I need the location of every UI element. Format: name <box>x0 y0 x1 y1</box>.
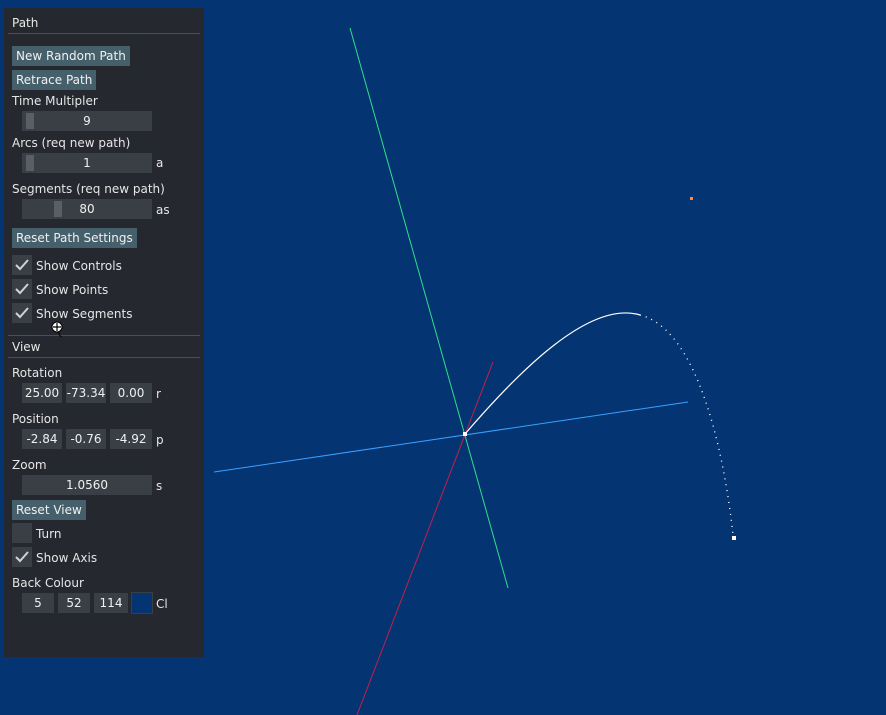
zoom-field[interactable]: 1.0560 <box>22 475 152 495</box>
segments-value: 80 <box>79 202 95 216</box>
rotation-y-field[interactable]: -73.34 <box>66 383 106 403</box>
checkmark-icon <box>15 307 29 319</box>
divider <box>8 33 200 34</box>
position-y-field[interactable]: -0.76 <box>66 429 106 449</box>
path-segments-dotted <box>639 314 734 536</box>
back-colour-label: Back Colour <box>12 576 84 590</box>
checkmark-icon <box>15 551 29 563</box>
back-colour-b-field[interactable]: 114 <box>94 593 128 613</box>
show-controls-label[interactable]: Show Controls <box>36 259 122 273</box>
slider-grab[interactable] <box>26 113 34 129</box>
position-label: Position <box>12 412 59 426</box>
retrace-path-button[interactable]: Retrace Path <box>12 70 97 90</box>
show-points-label[interactable]: Show Points <box>36 283 108 297</box>
rotation-label: Rotation <box>12 366 63 380</box>
show-controls-checkbox[interactable] <box>12 255 32 275</box>
divider <box>8 357 200 358</box>
zoom-suffix: s <box>156 479 163 493</box>
reset-path-settings-button[interactable]: Reset Path Settings <box>12 228 137 248</box>
show-points-checkbox[interactable] <box>12 279 32 299</box>
z-axis-line <box>356 361 494 715</box>
back-colour-r-field[interactable]: 5 <box>22 593 54 613</box>
rotation-x-field[interactable]: 25.00 <box>22 383 62 403</box>
move-cursor-icon <box>51 321 63 338</box>
path-start-point[interactable] <box>463 432 467 436</box>
control-panel: Path New Random Path Retrace Path Time M… <box>4 8 204 657</box>
slider-grab[interactable] <box>26 155 34 171</box>
path-curve <box>464 312 641 435</box>
zoom-label: Zoom <box>12 458 47 472</box>
back-colour-suffix: Cl <box>156 597 168 611</box>
segments-label: Segments (req new path) <box>12 182 165 196</box>
rotation-z-field[interactable]: 0.00 <box>110 383 152 403</box>
back-colour-swatch[interactable] <box>131 592 153 614</box>
arcs-value: 1 <box>83 156 91 170</box>
path-end-point[interactable] <box>732 536 736 540</box>
divider <box>8 335 200 336</box>
view-section-header[interactable]: View <box>12 340 40 354</box>
show-axis-label[interactable]: Show Axis <box>36 551 97 565</box>
segments-suffix: as <box>156 203 170 217</box>
path-section-header[interactable]: Path <box>12 16 38 30</box>
show-segments-checkbox[interactable] <box>12 303 32 323</box>
new-random-path-button[interactable]: New Random Path <box>12 46 130 66</box>
position-x-field[interactable]: -2.84 <box>22 429 62 449</box>
checkmark-icon <box>15 259 29 271</box>
y-axis-line <box>349 27 509 589</box>
position-suffix: p <box>156 433 164 447</box>
x-axis-line <box>213 401 689 473</box>
arcs-slider[interactable]: 1 <box>22 153 152 173</box>
checkmark-icon <box>15 283 29 295</box>
turn-label[interactable]: Turn <box>36 527 61 541</box>
control-point[interactable] <box>690 197 693 200</box>
slider-grab[interactable] <box>54 201 62 217</box>
arcs-label: Arcs (req new path) <box>12 136 131 150</box>
position-z-field[interactable]: -4.92 <box>110 429 152 449</box>
reset-view-button[interactable]: Reset View <box>12 500 86 520</box>
arcs-suffix: a <box>156 156 164 170</box>
time-multiplier-label: Time Multipler <box>12 94 98 108</box>
time-multiplier-slider[interactable]: 9 <box>22 111 152 131</box>
back-colour-g-field[interactable]: 52 <box>58 593 90 613</box>
time-multiplier-value: 9 <box>83 114 91 128</box>
show-segments-label[interactable]: Show Segments <box>36 307 132 321</box>
turn-checkbox[interactable] <box>12 523 32 543</box>
rotation-suffix: r <box>156 387 161 401</box>
segments-slider[interactable]: 80 <box>22 199 152 219</box>
show-axis-checkbox[interactable] <box>12 547 32 567</box>
